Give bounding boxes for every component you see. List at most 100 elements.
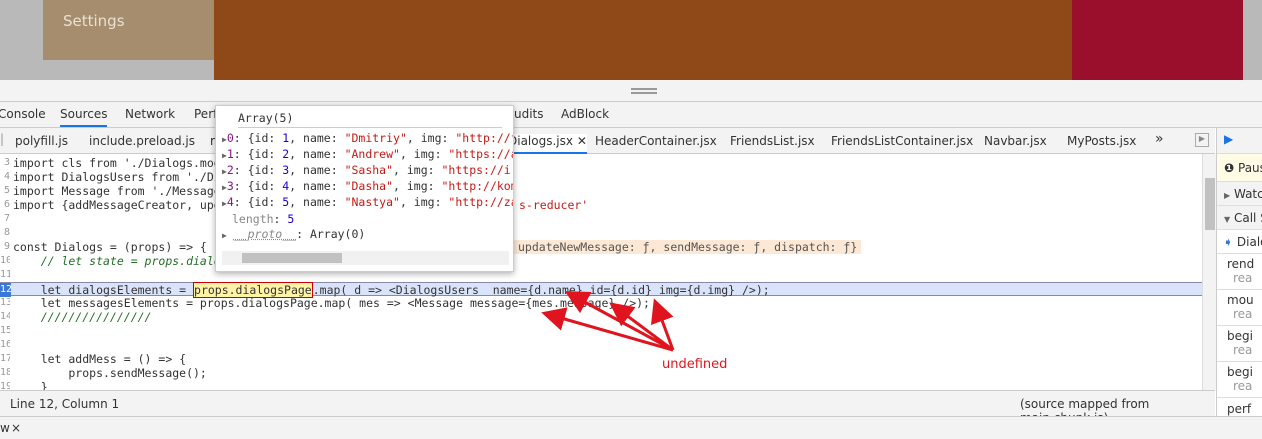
file-tab-active[interactable]: Dialogs.jsx ✕ <box>508 134 587 154</box>
frame-source: rea <box>1233 379 1253 393</box>
proto-row[interactable]: ▶ __proto__: Array(0) <box>222 227 365 242</box>
item-img: "https://a <box>448 147 514 161</box>
proto-value: Array(0) <box>309 227 366 241</box>
info-icon: ❶ <box>1224 161 1235 175</box>
code-line[interactable]: 15 <box>0 324 1202 338</box>
frame-source: rea <box>1233 307 1253 321</box>
line-number[interactable]: 7 <box>0 212 10 226</box>
line-number[interactable]: 9 <box>0 240 10 254</box>
code-line[interactable]: 12 let dialogsElements = props.dialogsPa… <box>0 282 1202 298</box>
callstack-frame[interactable]: ➧ Dialo <box>1217 230 1262 254</box>
code-line[interactable]: 18 props.sendMessage(); <box>0 366 1202 380</box>
tab-sources[interactable]: Sources <box>60 107 108 127</box>
code-line[interactable]: 9 const Dialogs = (props) => {updateNewMe… <box>0 240 1202 254</box>
line-number[interactable]: 4 <box>0 170 10 184</box>
close-icon[interactable]: ✕ <box>577 134 587 148</box>
code-text: import cls from './Dialogs.modu <box>13 156 228 170</box>
file-tab[interactable]: polyfill.js <box>15 134 68 148</box>
tab-audits[interactable]: udits <box>514 107 544 121</box>
code-line[interactable]: 3 import cls from './Dialogs.modu <box>0 156 1202 170</box>
file-tab[interactable]: include.preload.js <box>89 134 195 148</box>
code-text: import Message from './Messages <box>13 184 228 198</box>
line-number[interactable]: 12 <box>0 283 11 297</box>
line-number[interactable]: 10 <box>0 254 10 268</box>
line-number[interactable]: 18 <box>0 366 10 380</box>
line-number[interactable]: 6 <box>0 198 10 212</box>
line-number[interactable]: 3 <box>0 156 10 170</box>
item-index: 0 <box>226 131 234 145</box>
debugger-sidebar: ▶ ❶ Paus ▶ Watc ▼ Call S ➧ Dialo rendrea… <box>1216 128 1262 416</box>
line-number[interactable]: 8 <box>0 226 10 240</box>
file-tab[interactable]: MyPosts.jsx <box>1067 134 1136 148</box>
line-number[interactable]: 11 <box>0 268 10 282</box>
array-item[interactable]: ▶1: {id: 2, name: "Andrew", img: "https:… <box>222 147 514 162</box>
line-number[interactable]: 17 <box>0 352 10 366</box>
expand-icon: ▶ <box>222 231 227 240</box>
line-number[interactable]: 15 <box>0 324 10 338</box>
toggle-debugger-icon[interactable]: ▶ <box>1195 133 1209 147</box>
item-name: "Dmitriy" <box>344 131 407 145</box>
popover-title: Array(5) <box>238 111 502 128</box>
callstack-frame[interactable]: begi rea <box>1217 362 1262 398</box>
code-line[interactable]: 13 let messagesElements = props.dialogsP… <box>0 296 1202 310</box>
code-line[interactable]: 7 <box>0 212 1202 226</box>
code-line[interactable]: 16 <box>0 338 1202 352</box>
item-name: "Dasha" <box>344 179 394 193</box>
content-area <box>214 0 1072 80</box>
array-item[interactable]: ▶3: {id: 4, name: "Dasha", img: "http://… <box>222 179 514 194</box>
callstack-frame[interactable]: rend rea <box>1217 254 1262 290</box>
file-tab[interactable]: FriendsList.jsx <box>730 134 815 148</box>
callstack-frame[interactable]: mou rea <box>1217 290 1262 326</box>
code-line[interactable]: 17 let addMess = () => { <box>0 352 1202 366</box>
close-icon[interactable]: × <box>11 421 21 435</box>
line-number[interactable]: 13 <box>0 296 10 310</box>
item-img: "http://kom <box>441 179 514 193</box>
line-number[interactable]: 16 <box>0 338 10 352</box>
editor-scrollbar[interactable] <box>1202 154 1216 390</box>
line-number[interactable]: 5 <box>0 184 10 198</box>
scrollbar-thumb[interactable] <box>242 253 342 263</box>
tab-network[interactable]: Network <box>125 107 175 121</box>
file-tab-label: Dialogs.jsx <box>508 134 573 148</box>
more-tabs-icon[interactable]: » <box>1155 131 1164 147</box>
collapse-icon: ▼ <box>1224 215 1231 224</box>
code-text: .map( d => <DialogsUsers name={d.name} i… <box>312 283 770 297</box>
file-tab[interactable]: HeaderContainer.jsx <box>595 134 717 148</box>
array-item[interactable]: ▶4: {id: 5, name: "Nastya", img: "http:/… <box>222 195 513 210</box>
code-text: s-reducer' <box>519 198 589 212</box>
callstack-frame[interactable]: perf <box>1217 398 1262 416</box>
devtools-resize-handle[interactable] <box>0 80 1262 102</box>
file-tab[interactable]: Navbar.jsx <box>984 134 1047 148</box>
line-number[interactable]: 14 <box>0 310 10 324</box>
scrollbar-thumb[interactable] <box>1205 178 1215 230</box>
code-line[interactable]: 8 <box>0 226 1202 240</box>
code-line[interactable]: 4 import DialogsUsers from './Dia <box>0 170 1202 184</box>
callstack-section[interactable]: ▼ Call S <box>1217 206 1262 230</box>
item-name: "Andrew" <box>344 147 400 161</box>
code-line[interactable]: 10 // let state = props.dialog <box>0 254 1202 268</box>
resume-icon[interactable]: ▶ <box>1224 132 1233 146</box>
frame-name: Dialo <box>1236 235 1262 249</box>
file-tabs: | polyfill.js include.preload.js r Dialo… <box>0 128 1215 154</box>
code-line[interactable]: 5 import Message from './Messages <box>0 184 1202 198</box>
drawer-tab[interactable]: w <box>0 421 10 435</box>
code-line[interactable]: 6 import {addMessageCreator, upda s-reduce… <box>0 198 1202 212</box>
callstack-frame[interactable]: begi rea <box>1217 326 1262 362</box>
frame-source: rea <box>1233 343 1253 357</box>
popover-scrollbar[interactable] <box>222 251 509 265</box>
tab-performance[interactable]: Perf <box>194 107 217 121</box>
tab-console[interactable]: Console <box>0 107 46 121</box>
code-line[interactable]: 11 <box>0 268 1202 282</box>
settings-nav-item[interactable]: Settings <box>43 0 214 60</box>
watch-section[interactable]: ▶ Watc <box>1217 182 1262 206</box>
length-key: length <box>232 212 274 226</box>
devtools-panel-tabs: Console Sources Network Perf udits AdBlo… <box>0 102 1262 128</box>
item-id: 5 <box>282 195 290 209</box>
item-index: 1 <box>226 147 234 161</box>
code-editor[interactable]: 3 import cls from './Dialogs.modu 4 import … <box>0 154 1202 394</box>
code-line[interactable]: 14 //////////////// <box>0 310 1202 324</box>
array-item[interactable]: ▶0: {id: 1, name: "Dmitriy", img: "http:… <box>222 131 513 146</box>
array-item[interactable]: ▶2: {id: 3, name: "Sasha", img: "https:/… <box>222 163 513 178</box>
file-tab[interactable]: FriendsListContainer.jsx <box>831 134 973 148</box>
tab-adblock[interactable]: AdBlock <box>561 107 609 121</box>
